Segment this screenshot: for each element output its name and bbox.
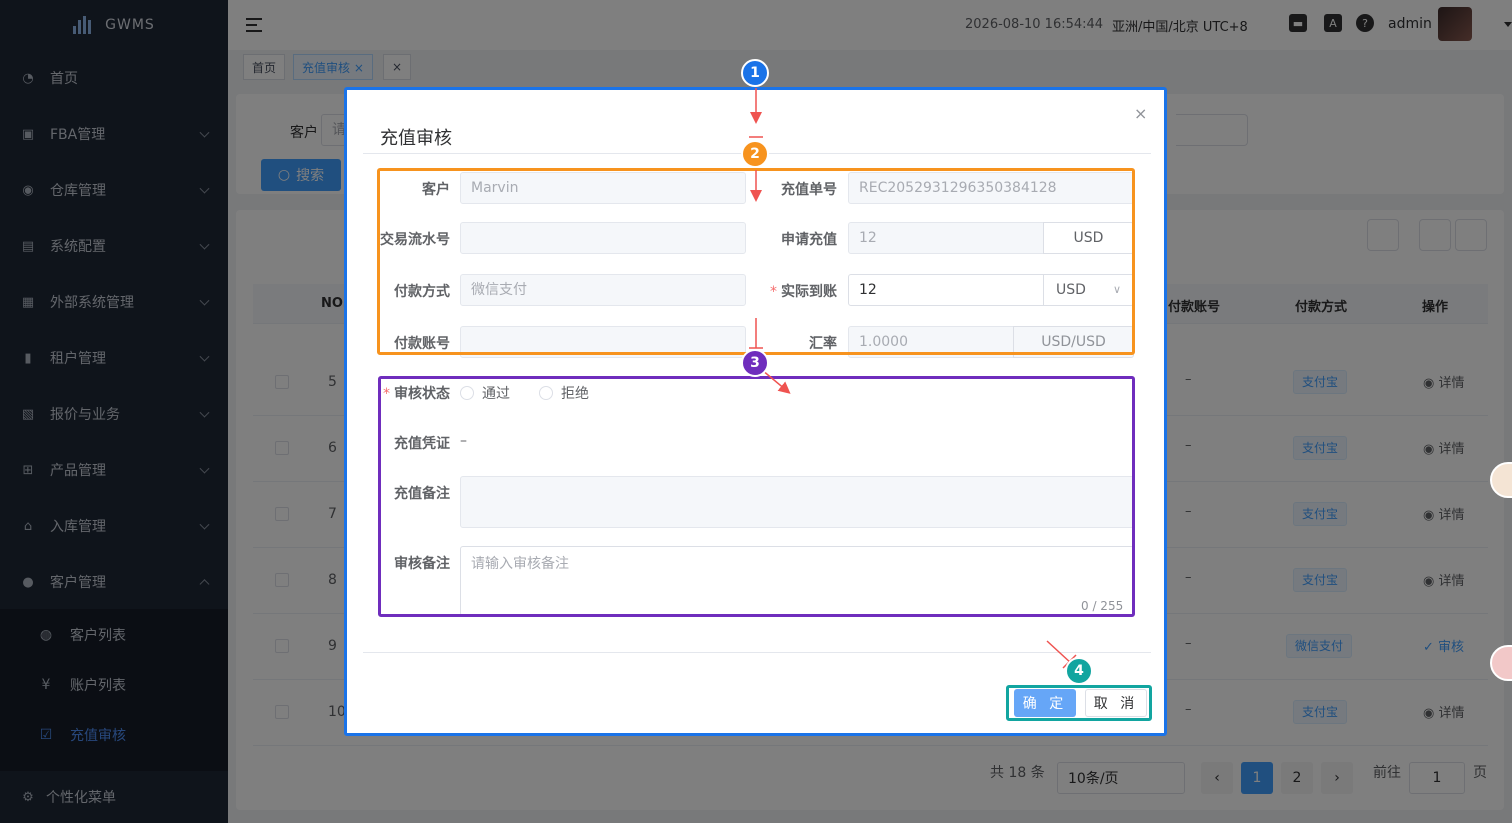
annotation-badge-2: 2: [741, 140, 769, 168]
annotation-badge-4: 4: [1065, 657, 1093, 685]
annotation-badge-1: 1: [741, 59, 769, 87]
annotation-badge-3: 3: [741, 349, 769, 377]
app-root: GWMS ◔ 首页 ▣ FBA管理 ◉ 仓库管理 ▤ 系统配置 ▦ 外部系统管理…: [0, 0, 1512, 823]
arrow-3: [761, 369, 791, 394]
annotation-arrows: [749, 88, 1077, 669]
